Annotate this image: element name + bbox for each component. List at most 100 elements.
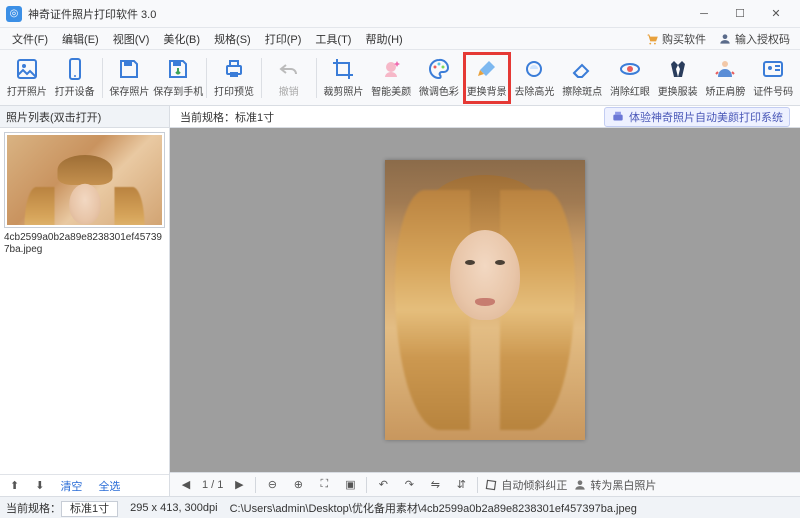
tool-image-button[interactable]: 打开照片 xyxy=(4,53,50,103)
menu-beautify[interactable]: 美化(B) xyxy=(157,29,206,49)
thumbnail-list: 4cb2599a0b2a89e8238301ef457397ba.jpeg xyxy=(0,128,169,474)
toolbar-separator xyxy=(316,58,317,98)
printer-badge-icon xyxy=(611,110,625,124)
next-page-button[interactable]: ▶ xyxy=(229,476,249,494)
zoom-out-button[interactable]: ⊖ xyxy=(262,476,282,494)
sort-asc-button[interactable]: ⬆ xyxy=(4,478,25,493)
tool-label: 智能美颜 xyxy=(371,83,411,98)
tool-label: 矫正肩膀 xyxy=(705,83,745,98)
redeye-icon xyxy=(618,57,642,81)
minimize-button[interactable]: ─ xyxy=(686,3,722,25)
tool-brush-button[interactable]: 更换背景 xyxy=(464,53,510,103)
flip-h-button[interactable]: ⇋ xyxy=(425,476,445,494)
maximize-button[interactable]: ☐ xyxy=(722,3,758,25)
buy-software-link[interactable]: 购买软件 xyxy=(641,29,710,49)
tool-phone-button[interactable]: 打开设备 xyxy=(52,53,98,103)
zoom-fit-button[interactable]: ⛶ xyxy=(314,476,334,494)
menu-edit[interactable]: 编辑(E) xyxy=(56,29,105,49)
beauty-icon xyxy=(379,57,403,81)
brush-icon xyxy=(475,57,499,81)
status-spec-value[interactable]: 标准1寸 xyxy=(61,501,118,517)
printer-icon xyxy=(222,57,246,81)
menu-file[interactable]: 文件(F) xyxy=(6,29,54,49)
tool-crop-button[interactable]: 裁剪照片 xyxy=(321,53,367,103)
tool-label: 打开照片 xyxy=(7,83,47,98)
tool-undo-button[interactable]: 撤销 xyxy=(266,53,312,103)
rotate-left-button[interactable]: ↶ xyxy=(373,476,393,494)
tool-printer-button[interactable]: 打印预览 xyxy=(211,53,257,103)
save-icon xyxy=(117,57,141,81)
tool-label: 打印预览 xyxy=(214,83,254,98)
user-icon xyxy=(718,32,732,46)
select-all-button[interactable]: 全选 xyxy=(92,477,126,495)
tool-label: 擦除斑点 xyxy=(562,83,602,98)
photo-canvas[interactable] xyxy=(170,128,800,472)
idcard-icon xyxy=(761,57,785,81)
auto-tilt-button[interactable]: 自动倾斜纠正 xyxy=(484,477,567,493)
photo-list-header: 照片列表(双击打开) xyxy=(0,106,169,128)
crop-icon xyxy=(331,57,355,81)
toolbar-separator xyxy=(261,58,262,98)
promo-label: 体验神奇照片自动美颜打印系统 xyxy=(629,109,783,125)
close-button[interactable]: ✕ xyxy=(758,3,794,25)
highlight-icon xyxy=(522,57,546,81)
tool-label: 保存照片 xyxy=(109,83,149,98)
tool-label: 更换服装 xyxy=(658,83,698,98)
menu-spec[interactable]: 规格(S) xyxy=(208,29,257,49)
save-phone-icon xyxy=(166,57,190,81)
tool-beauty-button[interactable]: 智能美颜 xyxy=(368,53,414,103)
tool-redeye-button[interactable]: 消除红眼 xyxy=(607,53,653,103)
menu-help[interactable]: 帮助(H) xyxy=(359,29,408,49)
tool-idcard-button[interactable]: 证件号码 xyxy=(750,53,796,103)
toolbar-separator xyxy=(206,58,207,98)
rotate-right-button[interactable]: ↷ xyxy=(399,476,419,494)
shoulder-icon xyxy=(713,57,737,81)
menu-print[interactable]: 打印(P) xyxy=(259,29,308,49)
tool-suit-button[interactable]: 更换服装 xyxy=(655,53,701,103)
menu-view[interactable]: 视图(V) xyxy=(107,29,156,49)
status-spec-label: 当前规格： xyxy=(6,503,61,515)
tool-label: 裁剪照片 xyxy=(323,83,363,98)
promo-badge[interactable]: 体验神奇照片自动美颜打印系统 xyxy=(604,107,790,127)
cart-icon xyxy=(645,32,659,46)
window-title: 神奇证件照片打印软件 3.0 xyxy=(28,6,686,22)
tool-label: 微调色彩 xyxy=(419,83,459,98)
prev-page-button[interactable]: ◀ xyxy=(176,476,196,494)
status-bar: 当前规格：标准1寸 295 x 413, 300dpi C:\Users\adm… xyxy=(0,496,800,518)
enter-auth-link[interactable]: 输入授权码 xyxy=(714,29,794,49)
tool-save-phone-button[interactable]: 保存到手机 xyxy=(154,53,202,103)
spec-prefix: 当前规格： xyxy=(180,109,235,125)
tool-label: 消除红眼 xyxy=(610,83,650,98)
flip-v-button[interactable]: ⇵ xyxy=(451,476,471,494)
sort-desc-button[interactable]: ⬇ xyxy=(29,478,50,493)
canvas-area: 当前规格： 标准1寸 体验神奇照片自动美颜打印系统 ◀ 1 / 1 ▶ xyxy=(170,106,800,496)
tool-label: 更换背景 xyxy=(467,83,507,98)
clear-list-button[interactable]: 清空 xyxy=(54,477,88,495)
app-icon: ◎ xyxy=(6,6,22,22)
tool-shoulder-button[interactable]: 矫正肩膀 xyxy=(703,53,749,103)
status-dimensions: 295 x 413, 300dpi xyxy=(130,502,217,514)
tool-eraser-button[interactable]: 擦除斑点 xyxy=(559,53,605,103)
image-icon xyxy=(15,57,39,81)
tool-save-button[interactable]: 保存照片 xyxy=(106,53,152,103)
suit-icon xyxy=(666,57,690,81)
tool-label: 打开设备 xyxy=(55,83,95,98)
id-photo xyxy=(385,160,585,440)
zoom-in-button[interactable]: ⊕ xyxy=(288,476,308,494)
menu-tool[interactable]: 工具(T) xyxy=(309,29,357,49)
palette-icon xyxy=(427,57,451,81)
main-toolbar: 打开照片打开设备保存照片保存到手机打印预览撤销裁剪照片智能美颜微调色彩更换背景去… xyxy=(0,50,800,106)
tool-label: 去除高光 xyxy=(514,83,554,98)
auto-tilt-icon xyxy=(484,478,498,492)
title-bar: ◎ 神奇证件照片打印软件 3.0 ─ ☐ ✕ xyxy=(0,0,800,28)
enter-auth-label: 输入授权码 xyxy=(735,31,790,47)
canvas-footer: ◀ 1 / 1 ▶ ⊖ ⊕ ⛶ ▣ ↶ ↷ ⇋ ⇵ 自动倾斜纠正 转为黑白照片 xyxy=(170,472,800,496)
zoom-actual-button[interactable]: ▣ xyxy=(340,476,360,494)
thumbnail-item[interactable] xyxy=(4,132,165,228)
status-filepath: C:\Users\admin\Desktop\优化备用素材\4cb2599a0b… xyxy=(230,500,637,516)
thumbnail-filename: 4cb2599a0b2a89e8238301ef457397ba.jpeg xyxy=(4,230,165,258)
to-bw-button[interactable]: 转为黑白照片 xyxy=(573,477,656,493)
tool-highlight-button[interactable]: 去除高光 xyxy=(512,53,558,103)
tool-palette-button[interactable]: 微调色彩 xyxy=(416,53,462,103)
photo-list-panel: 照片列表(双击打开) 4cb2599a0b2a89e8238301ef45739… xyxy=(0,106,170,496)
